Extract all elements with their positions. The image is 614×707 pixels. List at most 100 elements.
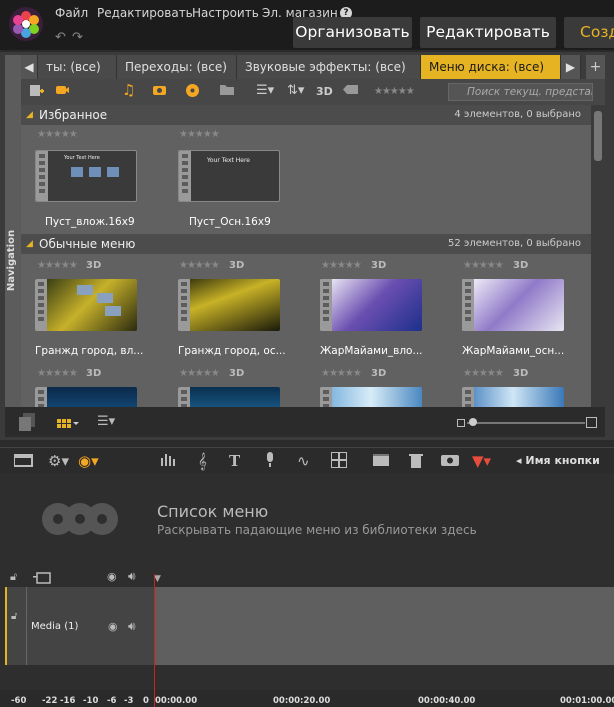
menu-thumb[interactable] [35, 279, 137, 331]
track-visibility-icon[interactable]: ◉ [108, 620, 118, 633]
menu-thumb[interactable] [35, 387, 137, 407]
time-label: 00:00:20.00 [273, 696, 331, 706]
search-input[interactable]: Поиск текущ. представл [448, 83, 593, 101]
split-screen-icon[interactable] [330, 451, 348, 472]
rating-stars[interactable]: ★★★★★ [321, 368, 362, 379]
item-title: Гранжд город, ос... [178, 345, 286, 357]
menu-file[interactable]: Файл [55, 6, 88, 20]
track-lock-icon[interactable]: 🔓︎ [11, 611, 17, 622]
section-favorites[interactable]: ◢ Избранное 4 элементов, 0 выбрано [21, 105, 591, 125]
create-mode-button[interactable]: Созд [564, 17, 614, 48]
button-name-label: Имя кнопки [525, 454, 600, 467]
track-header[interactable]: 🔓︎ Media (1) ◉ 🔊︎ [5, 587, 155, 665]
marker-icon[interactable]: ▼▾ [472, 452, 491, 470]
folder-icon[interactable] [219, 83, 235, 100]
video-icon[interactable] [55, 83, 69, 101]
section-name: Обычные меню [39, 237, 136, 251]
add-tab-button[interactable]: + [586, 55, 605, 79]
menu-thumb[interactable] [320, 279, 422, 331]
track-layout-icon[interactable] [13, 453, 34, 472]
tab-disc-menus[interactable]: Меню диска: (все) [421, 55, 561, 79]
button-name-field[interactable]: ◂ Имя кнопки [516, 454, 600, 467]
add-track-icon[interactable] [33, 569, 51, 588]
db-label: -22 [42, 696, 58, 706]
redo-icon[interactable]: ↷ [72, 30, 83, 45]
edit-mode-button[interactable]: Редактировать [420, 17, 556, 48]
thumb-size-slider[interactable] [467, 422, 585, 424]
menu-list-dropzone[interactable]: Список меню Раскрывать падающие меню из … [0, 473, 614, 565]
tabs-scroll-right[interactable]: ▶ [561, 55, 581, 79]
db-label: 0 [143, 696, 149, 706]
rating-stars[interactable]: ★★★★★ [321, 260, 362, 271]
filter-3d[interactable]: 3D [316, 85, 333, 98]
settings-icon[interactable]: ⚙▾ [48, 452, 69, 470]
transition-icon[interactable]: ∿ [297, 452, 310, 470]
tag-icon[interactable] [343, 83, 359, 100]
menu-thumb[interactable]: Your Text Here [35, 150, 137, 202]
menu-thumb[interactable] [462, 387, 564, 407]
item-title: Пуст_влож.16х9 [45, 216, 135, 228]
disc-project-icon[interactable] [185, 83, 200, 102]
tab-sound-effects[interactable]: Звуковые эффекты: (все) [237, 55, 421, 79]
tabs-scroll-left[interactable]: ◀ [21, 55, 38, 79]
add-to-collection-icon[interactable] [29, 84, 45, 102]
time-label: 00:00:40.00 [418, 696, 476, 706]
photo-icon[interactable] [152, 83, 167, 100]
rating-stars[interactable]: ★★★★★ [463, 260, 504, 271]
menu-edit[interactable]: Редактировать [97, 6, 193, 20]
rating-stars[interactable]: ★★★★★ [37, 368, 78, 379]
rating-stars[interactable]: ★★★★★ [463, 368, 504, 379]
3d-badge: 3D [371, 368, 387, 379]
collections-icon[interactable] [17, 411, 37, 435]
menu-thumb[interactable] [320, 387, 422, 407]
rating-stars[interactable]: ★★★★★ [179, 260, 220, 271]
library-scrollbar[interactable] [591, 105, 605, 407]
snapshot-icon[interactable] [441, 452, 459, 470]
rating-stars[interactable]: ★★★★★ [179, 129, 220, 140]
navigation-strip[interactable]: Navigation [5, 55, 21, 435]
menu-list-title: Список меню [157, 502, 269, 521]
scrollbar-thumb[interactable] [594, 111, 602, 161]
rating-stars[interactable]: ★★★★★ [37, 129, 78, 140]
lock-icon[interactable]: 🔓︎ [10, 570, 17, 584]
menu-thumb[interactable] [462, 279, 564, 331]
storyboard-icon[interactable] [373, 452, 389, 470]
rating-stars[interactable]: ★★★★★ [179, 368, 220, 379]
menu-thumb[interactable]: Your Text Here [178, 150, 280, 202]
thumb-size-large-icon[interactable] [586, 417, 597, 428]
list-view-icon[interactable]: ☰▾ [256, 83, 274, 98]
audio-levels-icon[interactable] [161, 452, 177, 470]
thumb-size-small-icon[interactable] [457, 419, 465, 427]
section-regular-menus[interactable]: ◢ Обычные меню 52 элементов, 0 выбрано [21, 234, 591, 254]
details-view-icon[interactable]: ☰▾ [97, 414, 115, 429]
disc-menu-icon[interactable]: ◉▾ [78, 452, 99, 470]
tab-transitions[interactable]: Переходы: (все) [117, 55, 237, 79]
playhead-line[interactable] [154, 574, 155, 707]
item-title: Пуст_Осн.16х9 [189, 216, 271, 228]
undo-icon[interactable]: ↶ [55, 30, 66, 45]
app-logo[interactable] [9, 7, 43, 41]
music-icon[interactable]: ♫ [122, 81, 135, 99]
tab-titles[interactable]: ты: (все) [38, 55, 117, 79]
microphone-icon[interactable] [264, 452, 276, 472]
item-title: ЖарМайами_вло... [320, 345, 423, 357]
menu-thumb[interactable] [178, 387, 280, 407]
delete-icon[interactable] [409, 452, 423, 472]
menu-thumb[interactable] [178, 279, 280, 331]
rating-filter[interactable]: ★★★★★ [374, 86, 415, 97]
title-icon[interactable]: T [229, 452, 240, 470]
organize-button[interactable]: Организовать [293, 17, 412, 48]
3d-badge: 3D [86, 260, 102, 271]
menu-settings[interactable]: Настроить [192, 6, 259, 20]
library-content: ◢ Избранное 4 элементов, 0 выбрано ★★★★★… [21, 105, 591, 407]
sort-icon[interactable]: ⇅▾ [287, 83, 304, 98]
volume-icon[interactable]: 🔊︎ [128, 569, 136, 584]
grid-view-icon[interactable] [57, 416, 81, 435]
time-label: 00:00.00 [155, 696, 198, 706]
track-volume-icon[interactable]: 🔊︎ [128, 619, 136, 634]
rating-stars[interactable]: ★★★★★ [37, 260, 78, 271]
thumb-size-slider-knob[interactable] [469, 418, 477, 426]
playhead-handle[interactable]: ▼ [154, 574, 161, 584]
music-clef-icon[interactable]: 𝄞 [198, 452, 207, 470]
visibility-icon[interactable]: ◉ [107, 570, 117, 583]
